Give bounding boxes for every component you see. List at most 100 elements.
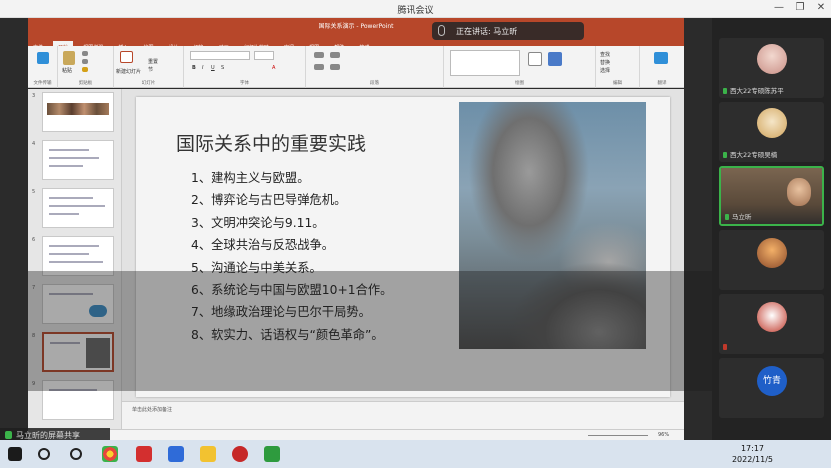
participant-name: 西大22专硕陈苏平 — [730, 87, 784, 95]
group-file-transfer: 文件传输 — [28, 46, 58, 88]
slide-title: 国际关系中的重要实践 — [176, 133, 367, 155]
participant-tile[interactable] — [719, 294, 824, 354]
slide-thumbnail[interactable] — [42, 140, 114, 180]
group-editing: 查找 替换 选择 编辑 — [596, 46, 640, 88]
close-button[interactable]: ✕ — [814, 2, 828, 13]
zoom-slider[interactable] — [588, 435, 648, 436]
thumbnail-line — [49, 157, 99, 159]
avatar-initials: 竹青 — [757, 366, 787, 396]
powerpoint-title: 国际关系演示 - PowerPoint — [318, 23, 394, 30]
thumbnail-line — [49, 213, 79, 215]
participant-name: 西大22专硕吴楠 — [730, 151, 778, 159]
font-size-select[interactable] — [254, 51, 274, 60]
shadow-icon[interactable]: S — [221, 65, 224, 71]
wechat-icon[interactable] — [264, 446, 280, 462]
microphone-muted-icon — [723, 344, 727, 350]
participant-name: 马立昕 — [732, 213, 752, 221]
minimize-button[interactable]: — — [772, 2, 786, 13]
reset-button[interactable]: 重置 — [148, 58, 158, 65]
slide-thumbnail[interactable] — [42, 188, 114, 228]
thumbnail-line — [49, 149, 89, 151]
thumbnail-line — [49, 245, 99, 247]
copy-icon[interactable] — [82, 59, 88, 64]
font-name-select[interactable] — [190, 51, 250, 60]
thumbnail-line — [49, 205, 105, 207]
group-font: B I U S A 字体 — [184, 46, 306, 88]
task-view-icon[interactable] — [70, 448, 82, 460]
thumbnail-line — [49, 261, 103, 263]
participant-tile[interactable]: 竹青 — [719, 358, 824, 418]
italic-icon[interactable]: I — [202, 65, 203, 71]
avatar — [757, 44, 787, 74]
shapes-gallery[interactable] — [450, 50, 520, 76]
paste-button[interactable]: 粘贴 — [62, 67, 72, 74]
sharer-name: 马立昕的屏幕共享 — [16, 431, 80, 440]
app-icon[interactable] — [232, 446, 248, 462]
upload-icon[interactable] — [37, 52, 49, 64]
replace-button[interactable]: 替换 — [600, 59, 610, 66]
translate-icon[interactable] — [654, 52, 668, 64]
notes-pane[interactable]: 单击此处添加备注 — [122, 401, 684, 429]
underline-icon[interactable]: U — [211, 65, 215, 71]
microphone-icon — [5, 431, 12, 439]
find-button[interactable]: 查找 — [600, 51, 610, 58]
align-left-icon[interactable] — [314, 64, 324, 70]
windows-start-icon[interactable] — [8, 447, 22, 461]
new-slide-icon[interactable] — [120, 51, 133, 63]
group-paragraph: 段落 — [306, 46, 444, 88]
clock-time: 17:17 — [740, 444, 765, 453]
participant-tile[interactable]: 西大22专硕陈苏平 — [719, 38, 824, 98]
group-label: 字体 — [240, 81, 249, 86]
quick-styles-icon[interactable] — [548, 52, 562, 66]
participant-tile-speaking[interactable]: 马立昕 — [719, 166, 824, 226]
thumbnail-line — [49, 165, 83, 167]
wps-icon[interactable] — [136, 446, 152, 462]
align-center-icon[interactable] — [330, 64, 340, 70]
zoom-level[interactable]: 96% — [658, 432, 669, 438]
tencent-meeting-icon[interactable] — [168, 446, 184, 462]
chrome-icon[interactable] — [102, 446, 118, 462]
slide-thumbnail[interactable] — [42, 92, 114, 132]
ribbon-tabs: 文件 开始 视图增强 插入 绘图 设计 切换 动画 幻灯片放映 审阅 视图 帮助… — [28, 34, 684, 51]
thumbnail-image — [47, 103, 109, 115]
paste-icon[interactable] — [63, 51, 75, 65]
avatar — [757, 108, 787, 138]
thumbnail-number: 3 — [32, 93, 36, 99]
new-slide-button[interactable]: 新建幻灯片 — [116, 68, 141, 75]
microphone-icon — [725, 214, 729, 220]
search-icon[interactable] — [38, 448, 50, 460]
slide-thumbnail[interactable] — [42, 236, 114, 276]
group-label: 翻译 — [657, 81, 667, 86]
shared-screen: 国际关系演示 - PowerPoint 文件 开始 视图增强 插入 绘图 设计 … — [0, 18, 712, 440]
screen-overlay — [28, 271, 712, 391]
thumbnail-number: 5 — [32, 189, 36, 195]
section-button[interactable]: 节 — [148, 66, 153, 73]
cut-icon[interactable] — [82, 51, 88, 56]
select-button[interactable]: 选择 — [600, 67, 610, 74]
avatar — [757, 238, 787, 268]
group-label: 文件传输 — [33, 81, 52, 86]
meeting-title: 腾讯会议 — [397, 6, 434, 16]
ribbon: 文件传输 粘贴 剪贴板 新建幻灯片 重置 节 幻灯片 B I U S A 字体 … — [28, 46, 684, 88]
speaking-indicator: 正在讲话: 马立昕 — [432, 22, 584, 40]
bullets-icon[interactable] — [314, 52, 324, 58]
group-translate: 翻译 — [640, 46, 684, 88]
maximize-button[interactable]: ❐ — [793, 2, 807, 13]
file-explorer-icon[interactable] — [200, 446, 216, 462]
participant-tile[interactable] — [719, 230, 824, 290]
numbering-icon[interactable] — [330, 52, 340, 58]
screen-share-label: 马立昕的屏幕共享 — [0, 428, 110, 440]
speaking-label: 正在讲话: 马立昕 — [456, 27, 518, 36]
participant-tile[interactable]: 西大22专硕吴楠 — [719, 102, 824, 162]
format-painter-icon[interactable] — [82, 67, 88, 72]
microphone-icon — [723, 88, 727, 94]
powerpoint-title-bar: 国际关系演示 - PowerPoint — [28, 18, 684, 34]
arrange-icon[interactable] — [528, 52, 542, 66]
taskbar: 17:17 2022/11/5 — [0, 440, 831, 468]
bold-icon[interactable]: B — [192, 65, 196, 71]
taskbar-clock[interactable]: 17:17 2022/11/5 — [732, 443, 773, 465]
group-label: 段落 — [370, 81, 379, 86]
group-clipboard: 粘贴 剪贴板 — [58, 46, 114, 88]
group-label: 绘图 — [515, 81, 524, 86]
font-color-icon[interactable]: A — [272, 65, 275, 71]
